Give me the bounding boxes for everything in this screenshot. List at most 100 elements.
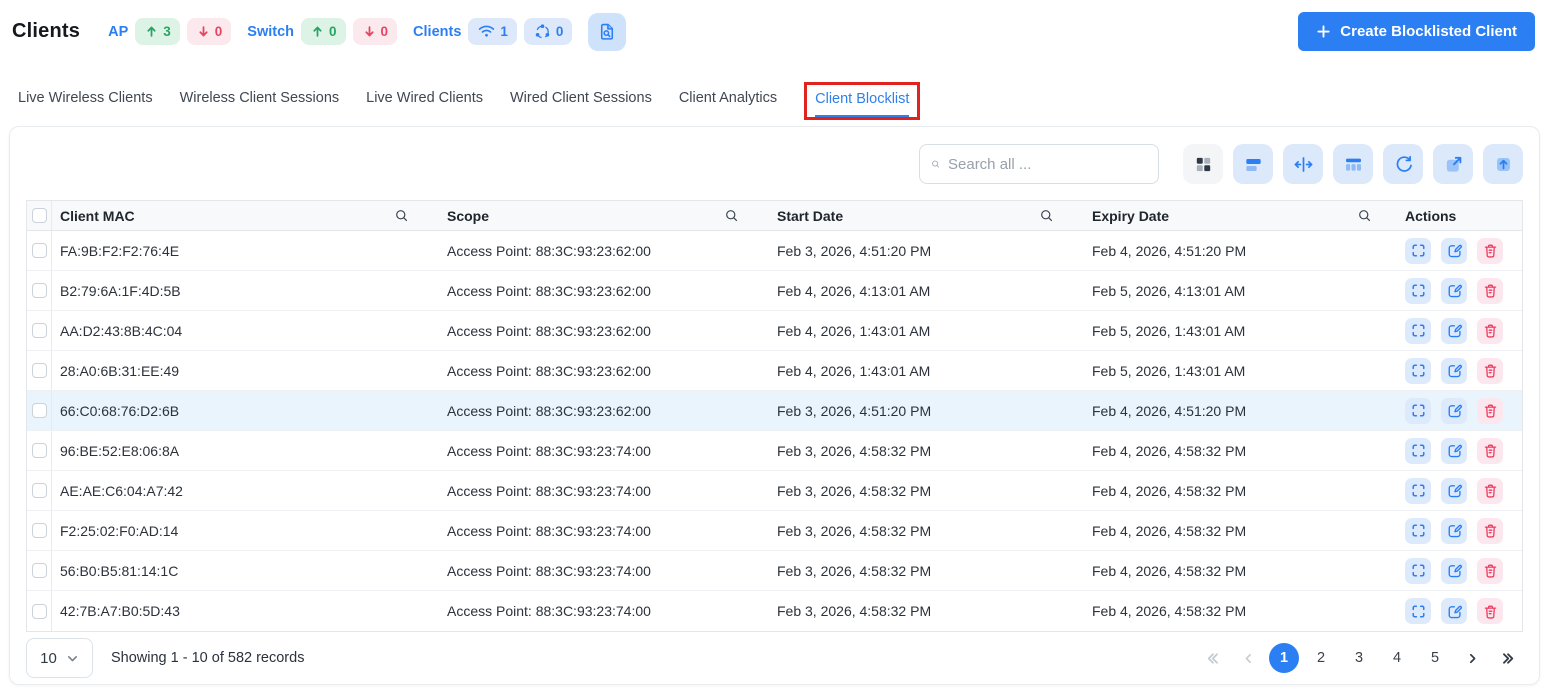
row-checkbox-cell bbox=[27, 351, 52, 390]
page-size-select[interactable]: 10 bbox=[26, 638, 93, 678]
arrow-up-icon bbox=[147, 26, 156, 37]
previous-page-button[interactable] bbox=[1233, 643, 1263, 673]
tab-live-wired-clients[interactable]: Live Wired Clients bbox=[366, 90, 483, 120]
page-button-4[interactable]: 4 bbox=[1381, 643, 1413, 673]
expand-button[interactable] bbox=[1405, 317, 1431, 344]
edit-button[interactable] bbox=[1441, 397, 1467, 424]
edit-button[interactable] bbox=[1441, 477, 1467, 504]
tab-client-blocklist[interactable]: Client Blocklist bbox=[815, 91, 910, 117]
expand-button[interactable] bbox=[1405, 477, 1431, 504]
row-checkbox[interactable] bbox=[31, 603, 47, 619]
table-row: AE:AE:C6:04:A7:42 Access Point: 88:3C:93:… bbox=[27, 471, 1522, 511]
row-checkbox[interactable] bbox=[31, 523, 47, 538]
header-scope[interactable]: Scope bbox=[439, 201, 769, 230]
tab-wired-client-sessions[interactable]: Wired Client Sessions bbox=[510, 90, 652, 120]
column-search-icon[interactable] bbox=[724, 208, 739, 223]
page-button-5[interactable]: 5 bbox=[1419, 643, 1451, 673]
ap-down-badge[interactable]: 0 bbox=[186, 18, 232, 45]
expand-button[interactable] bbox=[1405, 237, 1431, 264]
row-density-button[interactable] bbox=[1233, 144, 1273, 184]
delete-button[interactable] bbox=[1477, 357, 1503, 384]
row-checkbox[interactable] bbox=[31, 563, 47, 578]
chevron-left-icon bbox=[1245, 653, 1251, 663]
table-row: B2:79:6A:1F:4D:5B Access Point: 88:3C:93:… bbox=[27, 271, 1522, 311]
select-all-checkbox[interactable] bbox=[31, 208, 47, 223]
grid-view-button[interactable] bbox=[1183, 144, 1223, 184]
ap-up-badge[interactable]: 3 bbox=[135, 18, 180, 45]
row-checkbox[interactable] bbox=[31, 403, 47, 418]
row-checkbox-cell bbox=[27, 431, 52, 470]
row-checkbox[interactable] bbox=[31, 323, 47, 338]
edit-button[interactable] bbox=[1441, 277, 1467, 304]
delete-button[interactable] bbox=[1477, 477, 1503, 504]
create-blocklisted-client-button[interactable]: Create Blocklisted Client bbox=[1298, 12, 1535, 51]
switch-label[interactable]: Switch bbox=[247, 24, 294, 40]
edit-button[interactable] bbox=[1441, 557, 1467, 584]
edit-icon bbox=[1448, 444, 1462, 458]
search-input[interactable] bbox=[948, 155, 1147, 173]
next-page-button[interactable] bbox=[1457, 643, 1487, 673]
last-page-button[interactable] bbox=[1493, 643, 1523, 673]
tab-client-analytics[interactable]: Client Analytics bbox=[679, 90, 777, 120]
row-checkbox-cell bbox=[27, 471, 52, 510]
clients-label[interactable]: Clients bbox=[413, 24, 461, 40]
edit-button[interactable] bbox=[1441, 437, 1467, 464]
column-search-icon[interactable] bbox=[394, 208, 409, 223]
page-button-1[interactable]: 1 bbox=[1269, 643, 1299, 673]
row-checkbox[interactable] bbox=[31, 443, 47, 458]
client-mac-cell: AA:D2:43:8B:4C:04 bbox=[60, 322, 183, 339]
row-checkbox[interactable] bbox=[31, 363, 47, 378]
scope-cell: Access Point: 88:3C:93:23:74:00 bbox=[447, 562, 651, 579]
page-button-3[interactable]: 3 bbox=[1343, 643, 1375, 673]
header-client-mac[interactable]: Client MAC bbox=[52, 201, 439, 230]
expand-button[interactable] bbox=[1405, 437, 1431, 464]
header-start-date[interactable]: Start Date bbox=[769, 201, 1084, 230]
manage-columns-button[interactable] bbox=[1333, 144, 1373, 184]
ap-label[interactable]: AP bbox=[108, 24, 128, 40]
switch-up-badge[interactable]: 0 bbox=[301, 18, 346, 45]
tab-live-wireless-clients[interactable]: Live Wireless Clients bbox=[18, 90, 153, 120]
switch-down-badge[interactable]: 0 bbox=[352, 18, 398, 45]
actions-cell bbox=[1402, 551, 1522, 590]
edit-button[interactable] bbox=[1441, 598, 1467, 624]
page-button-2[interactable]: 2 bbox=[1305, 643, 1337, 673]
export-button[interactable] bbox=[1483, 144, 1523, 184]
delete-button[interactable] bbox=[1477, 598, 1503, 624]
expand-button[interactable] bbox=[1405, 357, 1431, 384]
row-checkbox[interactable] bbox=[31, 283, 47, 298]
mesh-clients-badge[interactable]: 0 bbox=[523, 18, 573, 45]
delete-icon bbox=[1484, 404, 1496, 418]
expand-icon bbox=[1411, 404, 1425, 417]
expand-button[interactable] bbox=[1405, 517, 1431, 544]
column-search-icon[interactable] bbox=[1357, 208, 1372, 223]
expand-button[interactable] bbox=[1405, 277, 1431, 304]
edit-button[interactable] bbox=[1441, 517, 1467, 544]
expand-button[interactable] bbox=[1405, 557, 1431, 584]
edit-button[interactable] bbox=[1441, 317, 1467, 344]
refresh-button[interactable] bbox=[1383, 144, 1423, 184]
delete-button[interactable] bbox=[1477, 557, 1503, 584]
table-row: FA:9B:F2:F2:76:4E Access Point: 88:3C:93:… bbox=[27, 231, 1522, 271]
edit-icon bbox=[1448, 564, 1462, 578]
header-expiry-date[interactable]: Expiry Date bbox=[1084, 201, 1402, 230]
delete-button[interactable] bbox=[1477, 277, 1503, 304]
delete-button[interactable] bbox=[1477, 437, 1503, 464]
first-page-button[interactable] bbox=[1197, 643, 1227, 673]
delete-button[interactable] bbox=[1477, 317, 1503, 344]
delete-button[interactable] bbox=[1477, 517, 1503, 544]
tab-wireless-client-sessions[interactable]: Wireless Client Sessions bbox=[180, 90, 340, 120]
expand-button[interactable] bbox=[1405, 397, 1431, 424]
search-box[interactable] bbox=[919, 144, 1159, 184]
client-search-button[interactable] bbox=[588, 12, 627, 51]
row-checkbox[interactable] bbox=[31, 243, 47, 258]
expand-button[interactable] bbox=[1405, 598, 1431, 624]
wireless-clients-badge[interactable]: 1 bbox=[468, 18, 517, 45]
delete-button[interactable] bbox=[1477, 397, 1503, 424]
delete-button[interactable] bbox=[1477, 237, 1503, 264]
edit-button[interactable] bbox=[1441, 357, 1467, 384]
row-checkbox[interactable] bbox=[31, 483, 47, 498]
fit-columns-button[interactable] bbox=[1283, 144, 1323, 184]
edit-button[interactable] bbox=[1441, 237, 1467, 264]
open-in-new-button[interactable] bbox=[1433, 144, 1473, 184]
column-search-icon[interactable] bbox=[1039, 208, 1054, 223]
